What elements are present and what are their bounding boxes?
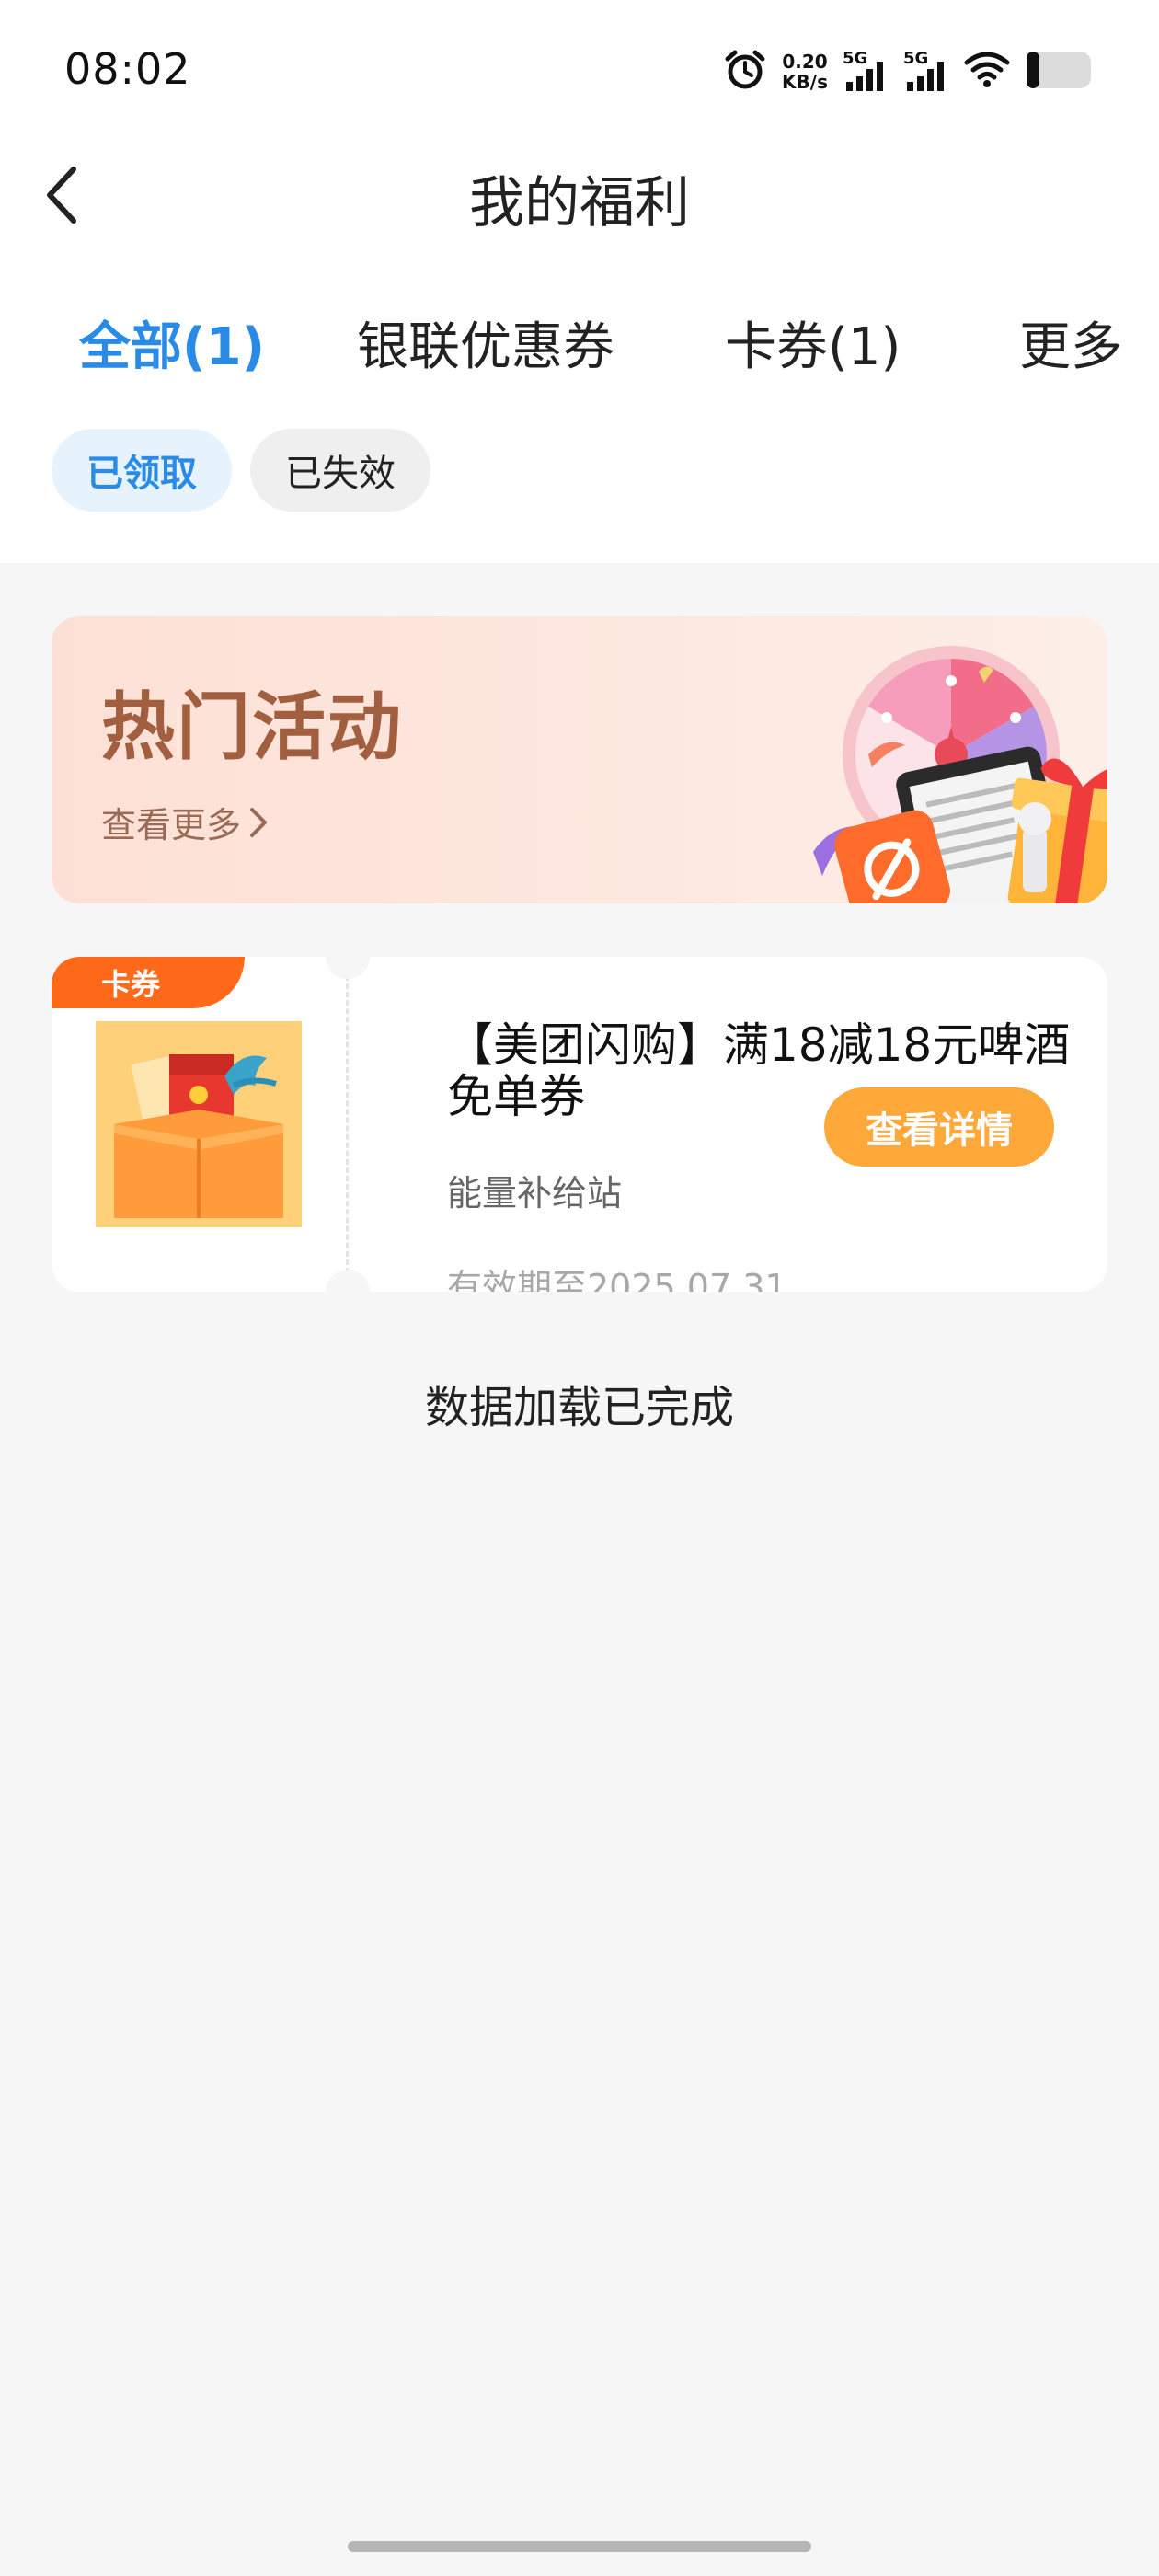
net-speed-value: 0.20 [782, 51, 828, 73]
signal-label: 5G [843, 49, 868, 68]
filter-claimed[interactable]: 已领取 [52, 429, 232, 512]
banner-more-link[interactable]: 查看更多 [101, 797, 269, 847]
signal-icon: 5G [903, 49, 949, 95]
battery-icon [1025, 50, 1095, 94]
tab-unionpay-coupons[interactable]: 银联优惠券 [357, 305, 614, 380]
page-title: 我的福利 [469, 171, 690, 236]
filter-expired[interactable]: 已失效 [250, 429, 430, 512]
alarm-icon [723, 48, 767, 96]
banner-illustration [813, 646, 1107, 903]
coupon-notch-bottom [326, 1270, 370, 1292]
coupon-source: 能量补给站 [447, 1173, 623, 1213]
coupon-tag: 卡券 [52, 957, 245, 1008]
tab-more[interactable]: 更多 [1019, 305, 1122, 380]
net-speed: 0.20 KB/s [782, 52, 828, 92]
coupon-card[interactable]: 卡券 【美团闪购】满18减18元啤酒免单券 能量补给站 有效期至2025.07.… [52, 957, 1107, 1292]
banner-title: 热门活动 [101, 684, 403, 770]
coupon-divider [346, 975, 349, 1273]
signal-icon: 5G [843, 49, 889, 95]
home-indicator[interactable] [348, 2541, 811, 2552]
coupon-expiry: 有效期至2025.07.31 [447, 1267, 787, 1292]
status-icons: 0.20 KB/s 5G 5G [723, 46, 1095, 98]
coupon-thumbnail [96, 1021, 302, 1227]
view-details-button[interactable]: 查看详情 [824, 1087, 1054, 1167]
tab-all[interactable]: 全部(1) [79, 305, 265, 380]
chevron-right-icon [250, 807, 268, 837]
tab-bar: 全部(1) 银联优惠券 卡券(1) 更多 [0, 305, 1159, 379]
banner-more-label: 查看更多 [101, 805, 242, 845]
load-complete-text: 数据加载已完成 [424, 1382, 734, 1433]
coupon-notch-top [326, 957, 370, 979]
net-speed-unit: KB/s [782, 71, 828, 93]
status-time: 08:02 [64, 44, 191, 94]
hot-activities-banner[interactable]: 热门活动 查看更多 [52, 616, 1107, 903]
tab-cards[interactable]: 卡券(1) [725, 305, 901, 380]
signal-label: 5G [903, 49, 929, 68]
wifi-icon [964, 50, 1010, 94]
